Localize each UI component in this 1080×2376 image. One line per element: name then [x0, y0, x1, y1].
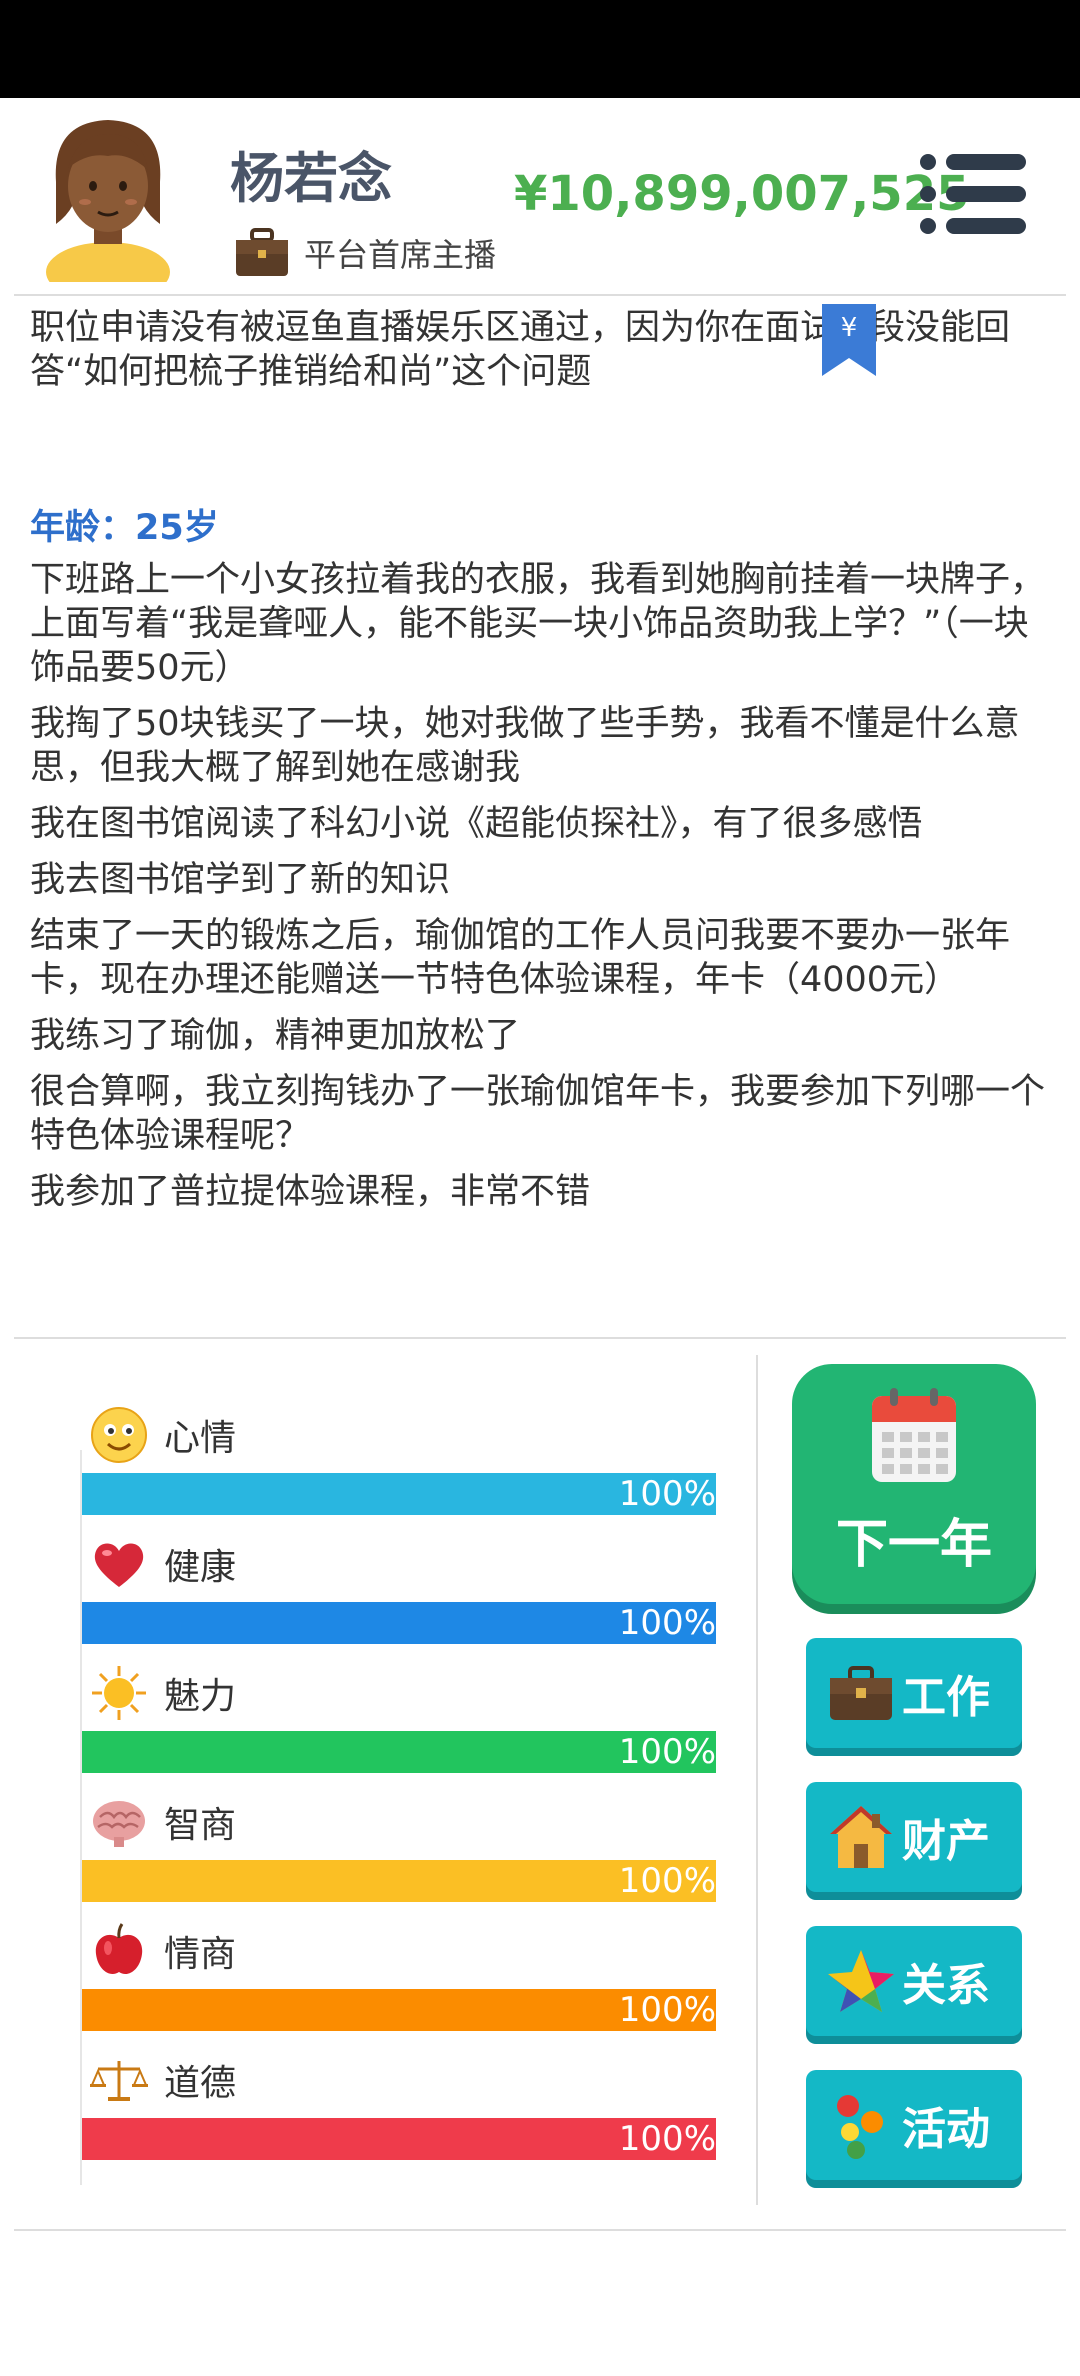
- avatar: [46, 120, 170, 282]
- log-entry: 我在图书馆阅读了科幻小说《超能侦探社》，有了很多感悟: [30, 804, 923, 844]
- stat-percent: 100%: [618, 1474, 716, 1514]
- player-header: 杨若念 平台首席主播 ¥10,899,007,525: [0, 98, 1080, 296]
- relations-button[interactable]: 关系: [806, 1926, 1022, 2036]
- work-button[interactable]: 工作: [806, 1638, 1022, 1748]
- section-divider: [14, 1337, 1066, 1339]
- work-label: 工作: [902, 1672, 990, 1723]
- stat-bar: 100%: [82, 1473, 716, 1515]
- log-entry: 结束了一天的锻炼之后，瑜伽馆的工作人员问我要不要办一张年卡，现在办理还能赠送一节…: [30, 916, 1011, 1000]
- stat-label: 智商: [164, 1805, 237, 1846]
- brain-icon: [93, 1801, 145, 1847]
- stat-eq: 情商 100%: [82, 1921, 716, 2031]
- heart-icon: [94, 1543, 144, 1587]
- svg-text:¥: ¥: [841, 313, 858, 343]
- star-icon: [828, 1950, 894, 2012]
- property-label: 财产: [902, 1816, 990, 1867]
- job-row: 平台首席主播: [234, 228, 496, 278]
- log-entry: 我练习了瑜伽，精神更加放松了: [30, 1016, 521, 1056]
- stat-label: 健康: [164, 1547, 237, 1588]
- panel-separator: [756, 1355, 758, 2205]
- money-bookmark-icon[interactable]: ¥: [822, 304, 876, 376]
- money-balance: ¥10,899,007,525: [514, 166, 970, 222]
- event-log: 职位申请没有被逗鱼直播娱乐区通过，因为你在面试阶段没能回答“如何把梳子推销给和尚…: [30, 306, 1050, 1226]
- activities-button[interactable]: 活动: [806, 2070, 1022, 2180]
- stat-bar: 100%: [82, 1989, 716, 2031]
- log-entry: 我掏了50块钱买了一块，她对我做了些手势，我看不懂是什么意思，但我大概了解到她在…: [30, 704, 1020, 788]
- stat-label: 魅力: [164, 1676, 237, 1717]
- log-entry-job-result: 职位申请没有被逗鱼直播娱乐区通过，因为你在面试阶段没能回答“如何把梳子推销给和尚…: [30, 308, 1011, 392]
- log-entry: 很合算啊，我立刻掏钱办了一张瑜伽馆年卡，我要参加下列哪一个特色体验课程呢？: [30, 1072, 1046, 1156]
- stat-bar: 100%: [82, 1731, 716, 1773]
- stat-percent: 100%: [618, 1861, 716, 1901]
- stat-percent: 100%: [618, 1990, 716, 2030]
- player-name: 杨若念: [230, 147, 392, 210]
- log-entry: 我参加了普拉提体验课程，非常不错: [30, 1172, 591, 1212]
- stat-bar: 100%: [82, 1602, 716, 1644]
- scales-icon: [90, 2061, 148, 2101]
- job-title: 平台首席主播: [304, 236, 497, 274]
- stat-morality: 道德 100%: [82, 2050, 716, 2160]
- briefcase-icon: [830, 1666, 892, 1720]
- header-divider: [14, 294, 1066, 296]
- log-entry: 下班路上一个小女孩拉着我的衣服，我看到她胸前挂着一块牌子，上面写着“我是聋哑人，…: [30, 560, 1046, 688]
- stat-label: 心情: [164, 1418, 237, 1459]
- activities-label: 活动: [902, 2104, 990, 2155]
- status-bar: [0, 0, 1080, 98]
- stat-label: 道德: [164, 2063, 237, 2104]
- smiley-icon: [91, 1407, 147, 1463]
- apple-icon: [95, 1923, 143, 1974]
- calendar-icon: [872, 1388, 956, 1482]
- log-entry: 我去图书馆学到了新的知识: [30, 860, 451, 900]
- stat-percent: 100%: [618, 2119, 716, 2159]
- sun-icon: [92, 1666, 146, 1720]
- stat-health: 健康 100%: [82, 1534, 716, 1644]
- activity-dots-icon: [837, 2095, 883, 2159]
- stat-mood: 心情 100%: [82, 1405, 716, 1515]
- stat-iq: 智商 100%: [82, 1792, 716, 1902]
- stat-percent: 100%: [618, 1603, 716, 1643]
- next-year-label: 下一年: [835, 1515, 992, 1575]
- briefcase-icon: [236, 228, 288, 276]
- next-year-button[interactable]: 下一年: [792, 1364, 1036, 1604]
- relations-label: 关系: [902, 1960, 990, 2011]
- stat-charm: 魅力 100%: [82, 1663, 716, 1773]
- stat-percent: 100%: [618, 1732, 716, 1772]
- menu-icon[interactable]: [918, 152, 1028, 236]
- stat-bar: 100%: [82, 1860, 716, 1902]
- age-label: 年龄：25岁: [30, 508, 219, 548]
- house-icon: [830, 1806, 892, 1868]
- property-button[interactable]: 财产: [806, 1782, 1022, 1892]
- stat-label: 情商: [164, 1934, 237, 1975]
- bottom-divider: [14, 2229, 1066, 2231]
- stat-bar: 100%: [82, 2118, 716, 2160]
